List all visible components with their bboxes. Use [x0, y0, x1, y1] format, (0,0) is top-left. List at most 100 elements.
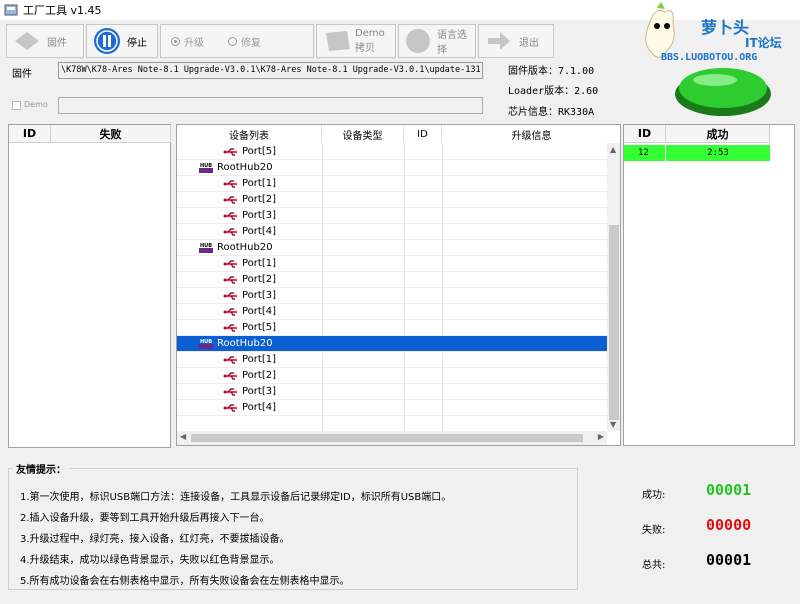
fail-count-label: 失败: [642, 525, 666, 536]
horizontal-scrollbar[interactable]: ◀ ▶ [177, 431, 607, 445]
device-col-type[interactable]: 设备类型 [322, 125, 404, 143]
fail-col-id[interactable]: ID [9, 125, 51, 143]
firmware-button[interactable]: 固件 [6, 24, 84, 58]
repair-radio[interactable]: 修复 [228, 34, 261, 49]
tree-row-label: Port[4] [242, 306, 276, 317]
vertical-scroll-thumb[interactable] [609, 225, 619, 420]
success-row-time[interactable]: 2:53 [666, 145, 770, 161]
usb-port-icon [223, 355, 237, 364]
usb-hub-icon: HUB [199, 163, 213, 173]
svg-text:HUB: HUB [200, 163, 212, 169]
success-row-id[interactable]: 12 [624, 145, 666, 161]
tree-row-hub[interactable]: HUB RootHub20 [177, 240, 607, 256]
language-button[interactable]: 语言选择 [398, 24, 476, 58]
tree-row-port[interactable]: Port[5] [177, 144, 607, 160]
tree-row-port[interactable]: Port[5] [177, 320, 607, 336]
device-col-list[interactable]: 设备列表 [177, 125, 322, 143]
tree-row-port[interactable]: Port[1] [177, 176, 607, 192]
tree-row-port[interactable]: Port[4] [177, 224, 607, 240]
tree-row-port[interactable]: Port[3] [177, 384, 607, 400]
loader-version: Loader版本：2.60 [508, 86, 599, 97]
repair-radio-label: 修复 [241, 37, 261, 49]
upgrade-radio[interactable]: 升级 [171, 34, 204, 49]
upgrade-radio-label: 升级 [184, 37, 204, 49]
tree-row-label: Port[2] [242, 274, 276, 285]
usb-port-icon [223, 275, 237, 284]
firmware-path-field[interactable]: \K78W\K78-Ares Note-8.1 Upgrade-V3.0.1\K… [58, 62, 483, 79]
success-col-id[interactable]: ID [624, 125, 666, 143]
tree-row-hub[interactable]: HUB RootHub20 [177, 160, 607, 176]
tree-row-port[interactable]: Port[3] [177, 208, 607, 224]
tree-row-port[interactable]: Port[4] [177, 304, 607, 320]
tree-row-label: RootHub20 [217, 162, 273, 173]
svg-text:HUB: HUB [200, 243, 212, 249]
globe-icon [405, 28, 431, 54]
tree-row-label: Port[5] [242, 322, 276, 333]
firmware-label: 固件 [12, 69, 32, 80]
scroll-up-icon[interactable]: ▲ [610, 145, 616, 154]
total-count-label: 总共: [642, 560, 666, 571]
device-col-id[interactable]: ID [404, 125, 442, 143]
tree-row-hub[interactable]: HUB RootHub20 [177, 336, 607, 352]
app-icon [4, 4, 18, 16]
vertical-scrollbar[interactable]: ▲ ▼ [607, 143, 620, 431]
scroll-right-icon[interactable]: ▶ [598, 432, 604, 441]
usb-port-icon [223, 307, 237, 316]
success-table[interactable]: ID 成功 12 2:53 [623, 124, 795, 446]
usb-port-icon [223, 371, 237, 380]
tree-row-port[interactable]: Port[3] [177, 288, 607, 304]
tree-row-label: Port[3] [242, 290, 276, 301]
logo-name: 萝卜头 [701, 18, 750, 37]
firmware-version: 固件版本：7.1.00 [508, 66, 595, 77]
stop-button[interactable]: 停止 [86, 24, 158, 58]
arrow-right-icon [485, 28, 513, 54]
scroll-down-icon[interactable]: ▼ [610, 420, 616, 429]
tree-row-label: RootHub20 [217, 338, 273, 349]
fail-col-fail[interactable]: 失败 [51, 125, 171, 143]
tree-row-label: Port[1] [242, 258, 276, 269]
tip-item: 2.插入设备升级，要等到工具开始升级后再接入下一台。 [20, 513, 270, 524]
horizontal-scroll-thumb[interactable] [191, 434, 583, 442]
firmware-icon [13, 28, 41, 54]
success-count-label: 成功: [642, 490, 666, 501]
demo-checkbox-label: Demo [24, 100, 48, 109]
tree-row-port[interactable]: Port[2] [177, 368, 607, 384]
success-col-success[interactable]: 成功 [666, 125, 770, 143]
radio-dot-icon [171, 36, 180, 46]
demo-copy-button[interactable]: Demo拷贝 [316, 24, 396, 58]
exit-button-label: 退出 [519, 37, 539, 49]
tree-row-port[interactable]: Port[1] [177, 256, 607, 272]
stop-button-label: 停止 [127, 37, 147, 49]
demo-path-field[interactable] [58, 97, 483, 114]
app-window: 工厂工具 v1.45 固件 停止 升级 修复 Demo拷贝 语言选择 退出 固件… [0, 0, 800, 604]
luobotou-logo: 萝卜头 IT论坛 BBS.LUOBOTOU.ORG [625, 2, 797, 120]
radio-dot-icon [228, 36, 237, 46]
tree-row-label: Port[1] [242, 354, 276, 365]
window-title: 工厂工具 v1.45 [23, 4, 102, 17]
exit-button[interactable]: 退出 [478, 24, 554, 58]
usb-port-icon [223, 259, 237, 268]
demo-copy-icon [323, 28, 353, 54]
success-count: 00001 [706, 481, 752, 499]
usb-port-icon [223, 179, 237, 188]
tree-row-port[interactable]: Port[1] [177, 352, 607, 368]
fail-table[interactable]: ID 失败 [8, 124, 171, 448]
pause-icon [93, 28, 121, 54]
tree-row-port[interactable]: Port[4] [177, 400, 607, 416]
fail-count: 00000 [706, 516, 752, 534]
toolbar: 固件 停止 升级 修复 Demo拷贝 语言选择 退出 [6, 24, 554, 58]
tree-row-label: Port[3] [242, 386, 276, 397]
device-col-info[interactable]: 升级信息 [442, 125, 620, 143]
tree-row-port[interactable]: Port[2] [177, 272, 607, 288]
usb-port-icon [223, 227, 237, 236]
tree-row-label: Port[4] [242, 226, 276, 237]
language-button-label: 语言选择 [437, 30, 467, 56]
tip-item: 3.升级过程中，绿灯亮，接入设备，红灯亮，不要拔插设备。 [20, 534, 290, 545]
scroll-left-icon[interactable]: ◀ [180, 432, 186, 441]
demo-checkbox[interactable] [12, 101, 21, 110]
total-count: 00001 [706, 551, 752, 569]
device-table[interactable]: 设备列表 设备类型 ID 升级信息 Port[5] HUB RootHub20 Por… [176, 124, 621, 446]
tree-row-port[interactable]: Port[2] [177, 192, 607, 208]
svg-text:HUB: HUB [200, 339, 212, 345]
usb-port-icon [223, 147, 237, 156]
